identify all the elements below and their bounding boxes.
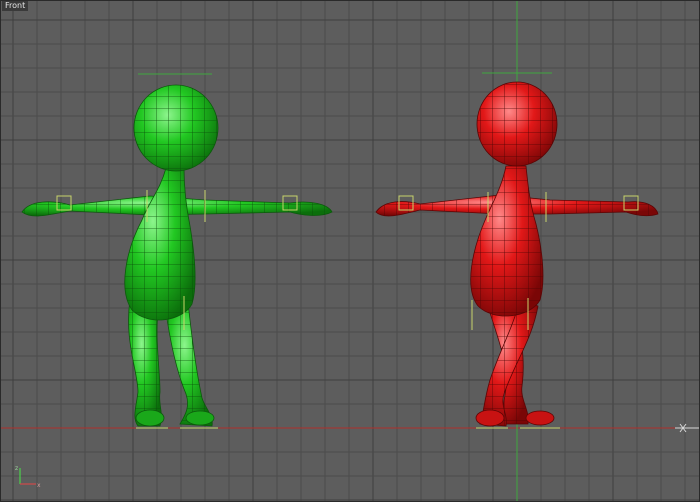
green-character-model[interactable] [21, 73, 333, 429]
front-viewport[interactable]: Front z x [0, 0, 700, 502]
viewport-label[interactable]: Front [2, 1, 29, 11]
axis-x-label: x [37, 482, 41, 489]
axis-y-label: z [15, 465, 18, 472]
red-character-model[interactable] [375, 72, 659, 429]
viewport-canvas[interactable] [0, 0, 700, 502]
viewport-grid [0, 0, 700, 502]
axis-tripod-icon: z x [15, 465, 41, 489]
